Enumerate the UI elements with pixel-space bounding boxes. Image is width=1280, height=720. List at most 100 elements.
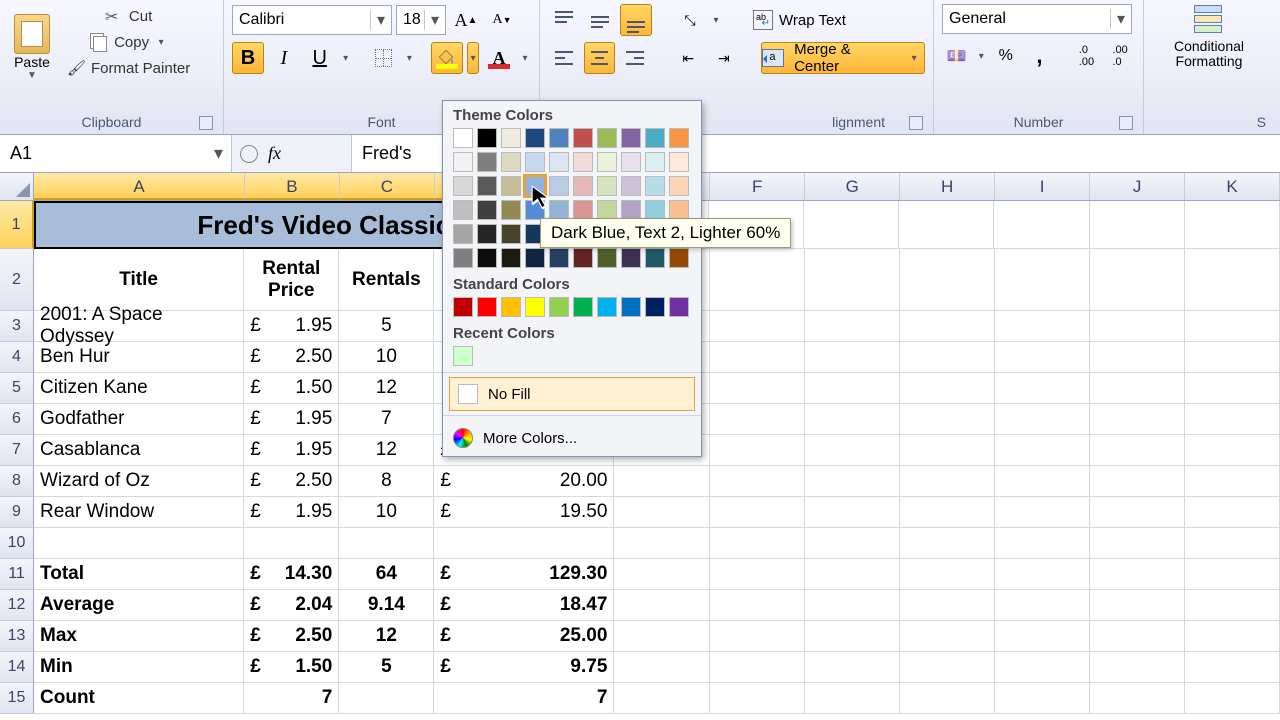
color-swatch[interactable] bbox=[453, 297, 473, 317]
cell[interactable] bbox=[710, 621, 805, 652]
cell[interactable] bbox=[995, 342, 1090, 373]
underline-button[interactable]: U bbox=[304, 42, 336, 74]
italic-button[interactable]: I bbox=[268, 42, 300, 74]
row-header[interactable]: 3 bbox=[0, 311, 34, 342]
cell[interactable] bbox=[900, 559, 995, 590]
cell[interactable]: 12 bbox=[339, 435, 434, 466]
cell[interactable] bbox=[900, 342, 995, 373]
font-size-combo[interactable]: 18 ▾ bbox=[396, 5, 446, 35]
cell[interactable] bbox=[805, 621, 900, 652]
color-swatch[interactable] bbox=[645, 152, 665, 172]
color-swatch[interactable] bbox=[621, 200, 641, 220]
cell[interactable]: Rental Price bbox=[244, 249, 339, 311]
cell[interactable] bbox=[995, 373, 1090, 404]
color-swatch[interactable] bbox=[549, 200, 569, 220]
color-swatch[interactable] bbox=[597, 200, 617, 220]
color-swatch[interactable] bbox=[597, 297, 617, 317]
color-swatch[interactable] bbox=[525, 248, 545, 268]
cell[interactable] bbox=[995, 559, 1090, 590]
cell[interactable] bbox=[1185, 249, 1280, 311]
cell[interactable]: Min bbox=[34, 652, 244, 683]
cell[interactable]: 5 bbox=[339, 311, 434, 342]
color-swatch[interactable] bbox=[549, 152, 569, 172]
cell[interactable] bbox=[995, 683, 1090, 714]
color-swatch[interactable] bbox=[549, 176, 569, 196]
cell[interactable] bbox=[614, 652, 709, 683]
no-fill-item[interactable]: No Fill bbox=[449, 377, 695, 411]
color-swatch[interactable] bbox=[453, 128, 473, 148]
cell[interactable] bbox=[1090, 652, 1185, 683]
cell[interactable] bbox=[995, 621, 1090, 652]
cell[interactable] bbox=[804, 201, 899, 249]
cell[interactable] bbox=[805, 249, 900, 311]
color-swatch[interactable] bbox=[573, 248, 593, 268]
cell[interactable] bbox=[434, 528, 614, 559]
cell[interactable]: Casablanca bbox=[34, 435, 244, 466]
cell[interactable] bbox=[710, 342, 805, 373]
fill-color-button[interactable] bbox=[431, 42, 463, 74]
cell[interactable] bbox=[899, 201, 994, 249]
orientation-button[interactable]: ⤡ bbox=[674, 4, 706, 36]
cell[interactable] bbox=[900, 404, 995, 435]
cell[interactable] bbox=[900, 590, 995, 621]
align-left-button[interactable] bbox=[548, 42, 580, 74]
color-swatch[interactable] bbox=[669, 297, 689, 317]
row-header[interactable]: 11 bbox=[0, 559, 34, 590]
cell[interactable]: 7 bbox=[244, 683, 339, 714]
copy-button[interactable]: Copy ▾ bbox=[62, 30, 195, 54]
cell[interactable]: 8 bbox=[339, 466, 434, 497]
cell[interactable]: 5 bbox=[339, 652, 434, 683]
cell[interactable] bbox=[995, 466, 1090, 497]
color-swatch[interactable] bbox=[501, 152, 521, 172]
cell[interactable] bbox=[805, 497, 900, 528]
cell[interactable] bbox=[805, 652, 900, 683]
cell[interactable] bbox=[1090, 311, 1185, 342]
column-header[interactable]: B bbox=[245, 173, 340, 200]
cell[interactable] bbox=[339, 528, 434, 559]
cell[interactable] bbox=[1185, 311, 1280, 342]
cell[interactable] bbox=[1185, 652, 1280, 683]
color-swatch[interactable] bbox=[453, 346, 473, 366]
cell[interactable] bbox=[614, 497, 709, 528]
cell[interactable] bbox=[995, 311, 1090, 342]
color-swatch[interactable] bbox=[549, 297, 569, 317]
cell[interactable] bbox=[1185, 201, 1280, 249]
merge-center-dropdown-arrow[interactable]: ▾ bbox=[908, 53, 920, 64]
cell[interactable] bbox=[710, 652, 805, 683]
color-swatch[interactable] bbox=[525, 128, 545, 148]
number-dialog-launcher[interactable] bbox=[1119, 116, 1133, 130]
color-swatch[interactable] bbox=[621, 152, 641, 172]
cell[interactable]: £20.00 bbox=[434, 466, 614, 497]
clipboard-dialog-launcher[interactable] bbox=[199, 116, 213, 130]
cell[interactable] bbox=[614, 621, 709, 652]
merge-center-button[interactable]: Merge & Center ▾ bbox=[761, 42, 925, 74]
cell[interactable] bbox=[1185, 621, 1280, 652]
copy-dropdown-arrow[interactable]: ▾ bbox=[155, 37, 167, 48]
cell[interactable]: 12 bbox=[339, 373, 434, 404]
cell[interactable]: £1.50 bbox=[244, 652, 339, 683]
color-swatch[interactable] bbox=[573, 176, 593, 196]
orientation-dropdown-arrow[interactable]: ▾ bbox=[710, 15, 722, 26]
cell[interactable] bbox=[900, 528, 995, 559]
cell[interactable]: £18.47 bbox=[434, 590, 614, 621]
number-format-combo[interactable]: General ▾ bbox=[942, 4, 1132, 34]
color-swatch[interactable] bbox=[525, 297, 545, 317]
cell[interactable]: Max bbox=[34, 621, 244, 652]
row-header[interactable]: 15 bbox=[0, 683, 34, 714]
color-swatch[interactable] bbox=[597, 248, 617, 268]
cell[interactable] bbox=[900, 466, 995, 497]
cell[interactable]: £1.50 bbox=[244, 373, 339, 404]
cell[interactable] bbox=[900, 683, 995, 714]
cell[interactable] bbox=[1090, 528, 1185, 559]
column-header[interactable]: A bbox=[34, 173, 245, 200]
row-header[interactable]: 6 bbox=[0, 404, 34, 435]
column-header[interactable]: J bbox=[1090, 173, 1185, 200]
cell[interactable]: 2001: A Space Odyssey bbox=[34, 311, 244, 342]
alignment-dialog-launcher[interactable] bbox=[909, 116, 923, 130]
cell[interactable]: £1.95 bbox=[244, 497, 339, 528]
cell[interactable]: Count bbox=[34, 683, 244, 714]
row-header[interactable]: 1 bbox=[0, 201, 34, 249]
column-header[interactable]: F bbox=[710, 173, 805, 200]
decrease-font-size-button[interactable]: A▼ bbox=[486, 4, 518, 36]
color-swatch[interactable] bbox=[597, 152, 617, 172]
